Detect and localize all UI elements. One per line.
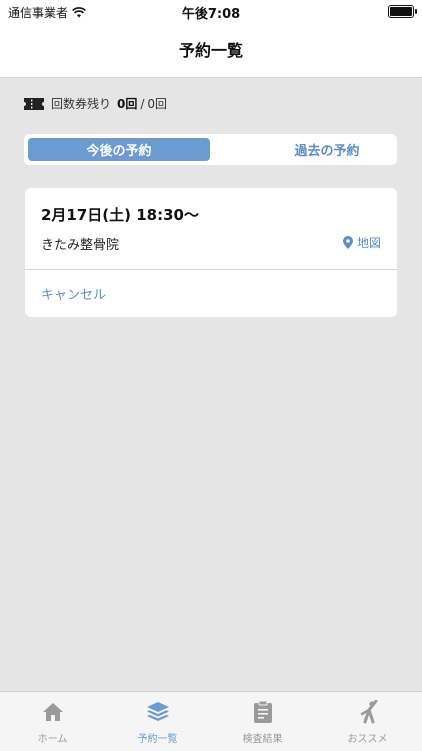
navigation-bar: 予約一覧 xyxy=(0,22,422,78)
tab-recommend[interactable]: おススメ xyxy=(315,700,420,745)
clinic-name: きたみ整骨院 xyxy=(41,238,120,253)
clock: 午後7:08 xyxy=(181,7,241,22)
cancel-button[interactable]: キャンセル xyxy=(41,284,106,303)
home-icon xyxy=(42,703,63,721)
reservation-datetime: 2月17日(土) 18:30〜 xyxy=(41,206,199,224)
ticket-remaining: 回数券残り 0回 / 0回 xyxy=(24,95,167,112)
reservation-segment-control: 今後の予約 過去の予約 xyxy=(24,134,397,165)
ticket-label: 回数券残り xyxy=(51,97,112,111)
card-divider xyxy=(25,269,397,270)
ticket-total-count: 0回 xyxy=(147,97,168,111)
map-label: 地図 xyxy=(356,236,381,250)
ticket-separator: / xyxy=(140,96,145,111)
clipboard-icon xyxy=(253,700,272,723)
tab-reservations[interactable]: 予約一覧 xyxy=(105,700,210,745)
reservation-card: 2月17日(土) 18:30〜 きたみ整骨院 地図 キャンセル xyxy=(25,188,397,317)
status-bar: 通信事業者 午後7:08 xyxy=(0,0,422,22)
tab-bar: ホーム 予約一覧 検査結果 おススメ xyxy=(0,691,422,751)
tab-results[interactable]: 検査結果 xyxy=(210,700,315,745)
ticket-icon xyxy=(24,97,44,110)
tab-recommend-label: おススメ xyxy=(347,734,388,745)
map-link[interactable]: 地図 xyxy=(342,234,381,251)
page-title: 予約一覧 xyxy=(178,41,243,60)
tab-home-label: ホーム xyxy=(37,734,68,745)
layers-icon xyxy=(146,702,169,721)
tab-reservations-label: 予約一覧 xyxy=(137,734,178,745)
tab-upcoming[interactable]: 今後の予約 xyxy=(28,138,210,161)
battery-icon xyxy=(388,5,417,18)
map-pin-icon xyxy=(342,236,353,249)
tab-past[interactable]: 過去の予約 xyxy=(236,138,418,161)
ticket-remaining-count: 0回 xyxy=(117,97,138,111)
tab-results-label: 検査結果 xyxy=(242,734,283,745)
stretch-figure-icon xyxy=(360,700,377,724)
tab-home[interactable]: ホーム xyxy=(0,700,105,745)
